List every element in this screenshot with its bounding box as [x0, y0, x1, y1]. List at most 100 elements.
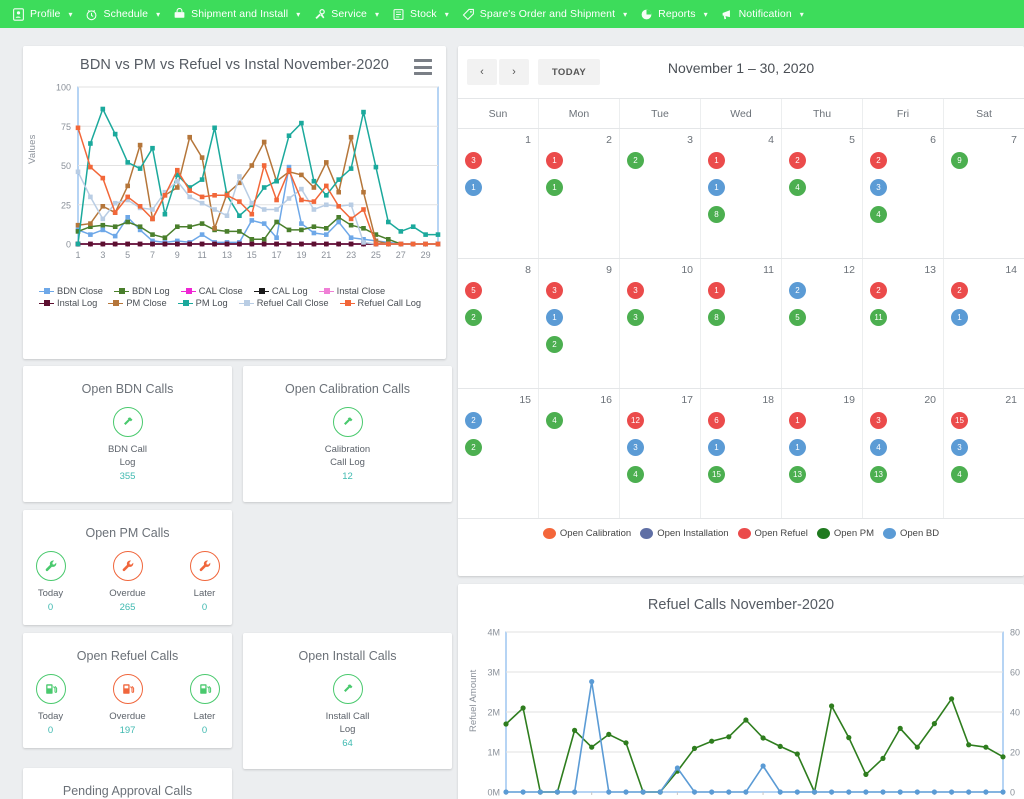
card-metric[interactable]: Install Call Log 64: [318, 674, 378, 749]
card-metric[interactable]: Today 0: [23, 674, 78, 736]
calendar-day-badge[interactable]: 11: [870, 309, 887, 326]
calendar-day-badge[interactable]: 2: [465, 412, 482, 429]
calendar-day-badge[interactable]: 2: [465, 309, 482, 326]
calendar-day-badge[interactable]: 1: [546, 179, 563, 196]
calendar-day-badge[interactable]: 4: [546, 412, 563, 429]
calendar-day-cell[interactable]: 6 2 3 4: [863, 129, 944, 258]
calendar-day-badge[interactable]: 1: [708, 152, 725, 169]
nav-item-profile[interactable]: Profile ▾: [8, 0, 81, 28]
calendar-day-badge[interactable]: 9: [951, 152, 968, 169]
calendar-day-badge[interactable]: 8: [708, 206, 725, 223]
calendar-day-cell[interactable]: 9 3 1 2: [539, 259, 620, 388]
card-metric[interactable]: Overdue 265: [100, 551, 155, 613]
calendar-legend-item-open-bd[interactable]: Open BD: [883, 528, 939, 539]
calendar-day-badge[interactable]: 3: [870, 179, 887, 196]
calendar-day-cell[interactable]: 79: [944, 129, 1024, 258]
calendar-day-badge[interactable]: 3: [951, 439, 968, 456]
legend-item-cal-log[interactable]: CAL Log: [253, 286, 308, 296]
calendar-day-badge[interactable]: 2: [627, 152, 644, 169]
calendar-day-badge[interactable]: 2: [870, 152, 887, 169]
calendar-day-badge[interactable]: 2: [870, 282, 887, 299]
legend-item-instal-log[interactable]: Instal Log: [39, 298, 97, 308]
calendar-day-cell[interactable]: 32: [620, 129, 701, 258]
calendar-day-cell[interactable]: 131: [458, 129, 539, 258]
calendar-legend-item-open-pm[interactable]: Open PM: [816, 528, 874, 539]
legend-item-pm-close[interactable]: PM Close: [108, 298, 167, 308]
nav-item-stock[interactable]: Stock ▾: [388, 0, 458, 28]
calendar-day-badge[interactable]: 3: [627, 439, 644, 456]
card-metric[interactable]: Later 0: [177, 674, 232, 736]
calendar-day-badge[interactable]: 15: [708, 466, 725, 483]
pending-approval-calls-card[interactable]: Pending Approval Calls: [23, 768, 232, 799]
calendar-day-badge[interactable]: 3: [627, 282, 644, 299]
open-calibration-calls-card[interactable]: Open Calibration Calls Calibration Call L…: [243, 366, 452, 502]
legend-item-refuel-call-log[interactable]: Refuel Call Log: [339, 298, 421, 308]
calendar-day-badge[interactable]: 1: [708, 282, 725, 299]
calendar-day-badge[interactable]: 1: [789, 439, 806, 456]
calendar-day-badge[interactable]: 5: [465, 282, 482, 299]
calendar-day-cell[interactable]: 211: [539, 129, 620, 258]
calendar-day-badge[interactable]: 15: [951, 412, 968, 429]
card-metric[interactable]: Overdue 197: [100, 674, 155, 736]
calendar-day-badge[interactable]: 6: [708, 412, 725, 429]
calendar-day-badge[interactable]: 4: [870, 206, 887, 223]
calendar-day-badge[interactable]: 13: [870, 466, 887, 483]
calendar-day-cell[interactable]: 13 2 11: [863, 259, 944, 388]
calendar-day-badge[interactable]: 5: [789, 309, 806, 326]
calendar-day-badge[interactable]: 3: [465, 152, 482, 169]
nav-item-notification[interactable]: Notification ▾: [717, 0, 813, 28]
calendar-day-badge[interactable]: 12: [627, 412, 644, 429]
calendar-day-badge[interactable]: 4: [870, 439, 887, 456]
calendar-day-badge[interactable]: 13: [789, 466, 806, 483]
open-refuel-calls-card[interactable]: Open Refuel Calls Today 0 Overdue 197 Later 0: [23, 633, 232, 748]
legend-item-bdn-log[interactable]: BDN Log: [113, 286, 170, 296]
legend-item-pm-log[interactable]: PM Log: [177, 298, 228, 308]
legend-item-bdn-close[interactable]: BDN Close: [39, 286, 103, 296]
calendar-day-badge[interactable]: 3: [546, 282, 563, 299]
calendar-legend-item-open-refuel[interactable]: Open Refuel: [737, 528, 808, 539]
open-install-calls-card[interactable]: Open Install Calls Install Call Log 64: [243, 633, 452, 769]
calendar-day-cell[interactable]: 15 2 2: [458, 389, 539, 518]
calendar-day-badge[interactable]: 1: [708, 439, 725, 456]
calendar-legend-item-open-calibration[interactable]: Open Calibration: [542, 528, 631, 539]
calendar-day-cell[interactable]: 10 3 3: [620, 259, 701, 388]
calendar-day-badge[interactable]: 8: [708, 309, 725, 326]
calendar-day-cell[interactable]: 19 1 1 13: [782, 389, 863, 518]
calendar-day-badge[interactable]: 4: [789, 179, 806, 196]
legend-item-instal-close[interactable]: Instal Close: [318, 286, 385, 296]
calendar-day-badge[interactable]: 2: [465, 439, 482, 456]
nav-item-spare-s-order-and-shipment[interactable]: Spare's Order and Shipment ▾: [458, 0, 636, 28]
nav-item-service[interactable]: Service ▾: [309, 0, 388, 28]
calendar-day-badge[interactable]: 2: [789, 282, 806, 299]
calendar-day-badge[interactable]: 2: [546, 336, 563, 353]
calendar-day-badge[interactable]: 1: [546, 309, 563, 326]
open-pm-calls-card[interactable]: Open PM Calls Today 0 Overdue 265 Later 0: [23, 510, 232, 625]
calendar-day-cell[interactable]: 20 3 4 13: [863, 389, 944, 518]
calendar-day-cell[interactable]: 4 1 1 8: [701, 129, 782, 258]
calendar-day-cell[interactable]: 18 6 1 15: [701, 389, 782, 518]
nav-item-schedule[interactable]: Schedule ▾: [81, 0, 169, 28]
legend-item-refuel-call-close[interactable]: Refuel Call Close: [238, 298, 329, 308]
calendar-day-badge[interactable]: 3: [870, 412, 887, 429]
calendar-day-badge[interactable]: 4: [951, 466, 968, 483]
calendar-day-badge[interactable]: 3: [627, 309, 644, 326]
calendar-day-cell[interactable]: 11 1 8: [701, 259, 782, 388]
calendar-day-badge[interactable]: 1: [951, 309, 968, 326]
calendar-day-badge[interactable]: 1: [546, 152, 563, 169]
calendar-day-badge[interactable]: 1: [465, 179, 482, 196]
calendar-legend-item-open-installation[interactable]: Open Installation: [640, 528, 729, 539]
calendar-day-badge[interactable]: 1: [789, 412, 806, 429]
calendar-day-cell[interactable]: 16 4: [539, 389, 620, 518]
card-metric[interactable]: Today 0: [23, 551, 78, 613]
calendar-day-badge[interactable]: 4: [627, 466, 644, 483]
card-metric[interactable]: Later 0: [177, 551, 232, 613]
calendar-day-cell[interactable]: 14 2 1: [944, 259, 1024, 388]
legend-item-cal-close[interactable]: CAL Close: [180, 286, 243, 296]
chart-menu-icon[interactable]: [414, 59, 432, 75]
calendar-day-cell[interactable]: 524: [782, 129, 863, 258]
calendar-day-cell[interactable]: 852: [458, 259, 539, 388]
calendar-day-cell[interactable]: 17 12 3 4: [620, 389, 701, 518]
nav-item-reports[interactable]: Reports ▾: [636, 0, 716, 28]
open-bdn-calls-card[interactable]: Open BDN Calls BDN Call Log 355: [23, 366, 232, 502]
calendar-day-badge[interactable]: 1: [708, 179, 725, 196]
